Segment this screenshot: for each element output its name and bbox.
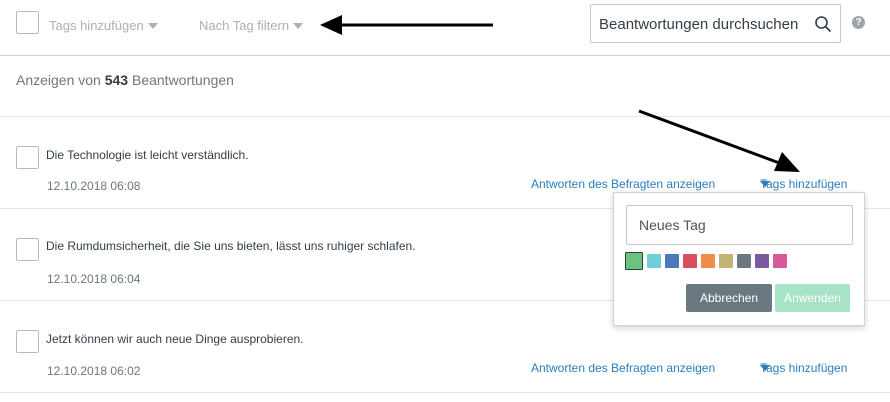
new-tag-input[interactable] bbox=[626, 205, 853, 245]
response-timestamp: 12.10.2018 06:08 bbox=[47, 179, 141, 193]
add-tags-dropdown[interactable]: Tags hinzufügen bbox=[49, 18, 158, 33]
view-respondent-answers-label: Antworten des Befragten anzeigen bbox=[531, 361, 716, 375]
summary-suffix: Beantwortungen bbox=[131, 72, 234, 88]
filter-by-tag-label: Nach Tag filtern bbox=[199, 18, 290, 33]
chevron-down-icon bbox=[147, 22, 158, 29]
color-swatch[interactable] bbox=[737, 254, 751, 268]
search-input[interactable] bbox=[599, 13, 804, 35]
response-text: Die Rumdumsicherheit, die Sie uns bieten… bbox=[46, 239, 416, 253]
view-respondent-answers-link[interactable]: Antworten des Befragten anzeigen bbox=[531, 177, 715, 191]
color-swatch[interactable] bbox=[683, 254, 697, 268]
color-swatch[interactable] bbox=[665, 254, 679, 268]
response-count: 543 bbox=[104, 72, 129, 88]
select-all-checkbox[interactable] bbox=[16, 11, 39, 34]
view-respondent-answers-link[interactable]: Antworten des Befragten anzeigen bbox=[531, 361, 715, 375]
cancel-button[interactable]: Abbrechen bbox=[686, 284, 772, 312]
filter-by-tag-dropdown[interactable]: Nach Tag filtern bbox=[199, 18, 304, 33]
response-text: Jetzt können wir auch neue Dinge ausprob… bbox=[46, 332, 304, 346]
apply-button[interactable]: Anwenden bbox=[775, 284, 850, 312]
search-icon[interactable] bbox=[814, 15, 832, 33]
add-tag-popover: Abbrechen Anwenden bbox=[613, 192, 865, 326]
summary-prefix: Anzeigen von bbox=[16, 72, 101, 88]
color-swatch[interactable] bbox=[701, 254, 715, 268]
response-timestamp: 12.10.2018 06:02 bbox=[47, 364, 141, 378]
response-checkbox[interactable] bbox=[16, 146, 39, 169]
add-tags-link-label: Tags hinzufügen bbox=[760, 361, 848, 375]
annotation-arrow-left-icon bbox=[320, 15, 493, 35]
divider bbox=[0, 392, 890, 393]
chevron-down-icon bbox=[760, 365, 770, 371]
view-respondent-answers-label: Antworten des Befragten anzeigen bbox=[531, 177, 716, 191]
search-box bbox=[590, 4, 841, 43]
response-count-summary: Anzeigen von 543 Beantwortungen bbox=[16, 72, 234, 88]
response-text: Die Technologie ist leicht verständlich. bbox=[46, 148, 249, 162]
chevron-down-icon bbox=[293, 22, 304, 29]
toolbar: Tags hinzufügen Nach Tag filtern ? bbox=[0, 0, 890, 56]
add-tags-link[interactable]: Tags hinzufügen bbox=[760, 177, 847, 191]
response-checkbox[interactable] bbox=[16, 330, 39, 353]
color-swatch[interactable] bbox=[625, 252, 643, 270]
color-swatch[interactable] bbox=[719, 254, 733, 268]
color-swatch[interactable] bbox=[773, 254, 787, 268]
add-tags-link-label: Tags hinzufügen bbox=[760, 177, 848, 191]
add-tags-label: Tags hinzufügen bbox=[49, 18, 144, 33]
response-timestamp: 12.10.2018 06:04 bbox=[47, 272, 141, 286]
help-icon[interactable]: ? bbox=[852, 16, 865, 29]
annotation-arrow-down-right-icon bbox=[638, 109, 800, 172]
response-checkbox[interactable] bbox=[16, 238, 39, 261]
color-swatch[interactable] bbox=[647, 254, 661, 268]
chevron-down-icon bbox=[760, 181, 770, 187]
add-tags-link[interactable]: Tags hinzufügen bbox=[760, 361, 847, 375]
color-swatch[interactable] bbox=[755, 254, 769, 268]
color-swatches bbox=[625, 252, 787, 270]
